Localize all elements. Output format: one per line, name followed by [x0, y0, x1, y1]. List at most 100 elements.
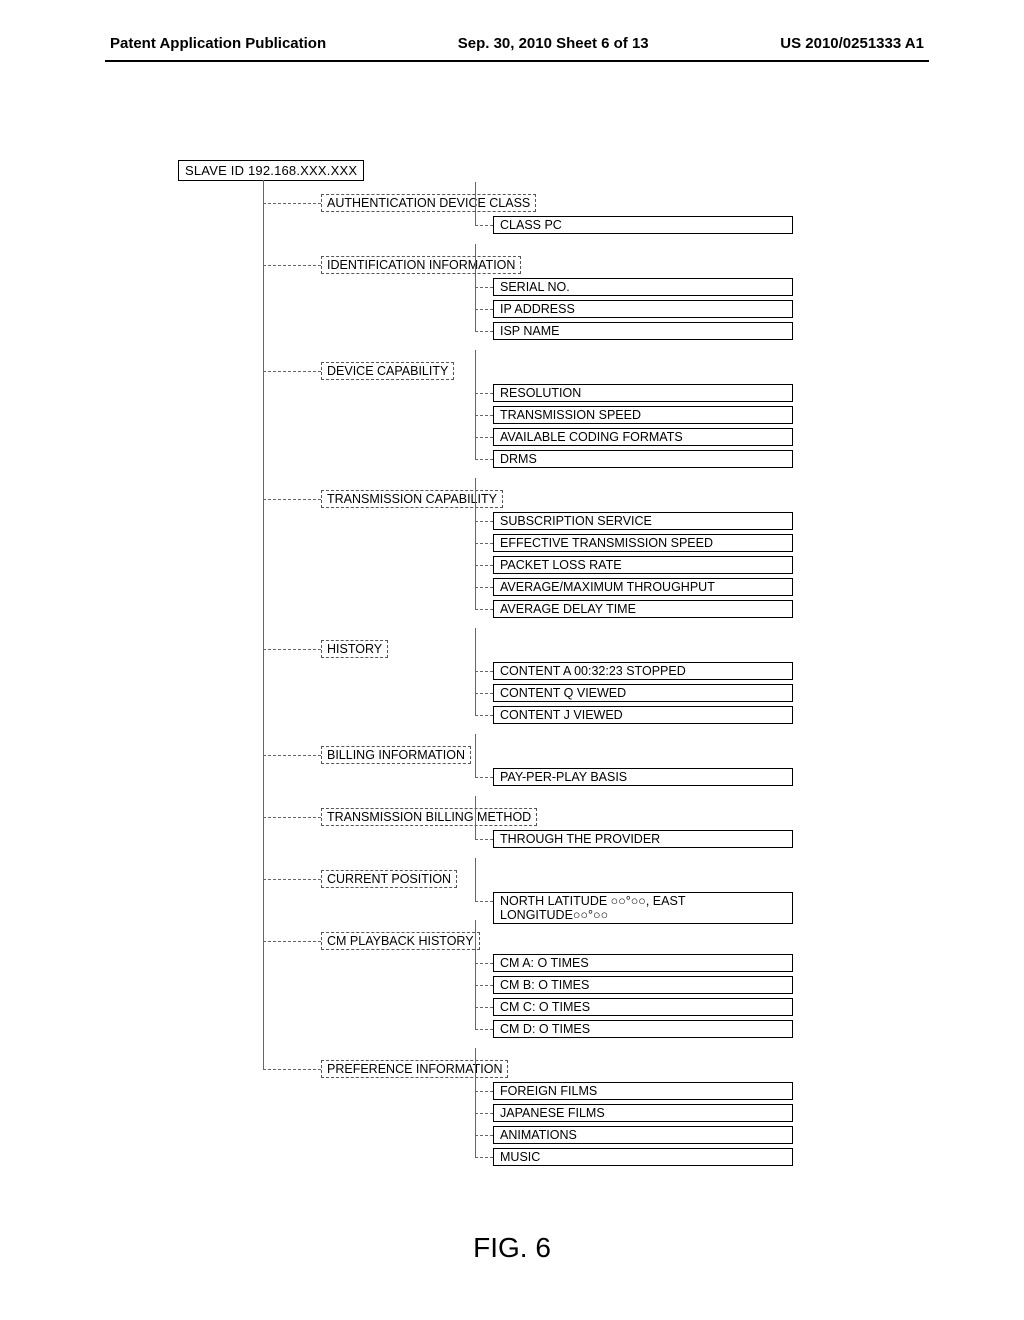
section-items: FOREIGN FILMS JAPANESE FILMSANIMATIONS MUS… [493, 1060, 898, 1170]
item-row: ANIMATIONS [493, 1126, 898, 1148]
item-box: MUSIC [493, 1148, 793, 1166]
item-row: CONTENT A 00:32:23 STOPPED [493, 662, 898, 684]
section-items: PAY-PER-PLAY BASIS [493, 746, 898, 790]
section-connector [263, 649, 321, 650]
section: DEVICE CAPABILITY RESOLUTION TRANSMISSION … [263, 362, 898, 472]
item-connector [475, 393, 493, 394]
items-trunk-line [475, 920, 476, 1029]
items-trunk-line [475, 182, 476, 225]
item-row: SERIAL NO. [493, 278, 898, 300]
item-row: CONTENT J VIEWED [493, 706, 898, 728]
figure-label: FIG. 6 [0, 1232, 1024, 1264]
root-node: SLAVE ID 192.168.XXX.XXX [178, 160, 364, 181]
items-trunk-line [475, 734, 476, 777]
item-box: CM C: O TIMES [493, 998, 793, 1016]
section-items: CM A: O TIMESCM B: O TIMESCM C: O TIMESC… [493, 932, 898, 1042]
item-box: EFFECTIVE TRANSMISSION SPEED [493, 534, 793, 552]
item-connector [475, 1007, 493, 1008]
item-connector [475, 459, 493, 460]
item-row: DRMS [493, 450, 898, 472]
item-box: AVAILABLE CODING FORMATS [493, 428, 793, 446]
item-box: IP ADDRESS [493, 300, 793, 318]
item-connector [475, 415, 493, 416]
section: IDENTIFICATION INFORMATION SERIAL NO. IP A… [263, 256, 898, 344]
item-box: SERIAL NO. [493, 278, 793, 296]
item-box: RESOLUTION [493, 384, 793, 402]
items-trunk-line [475, 858, 476, 901]
item-box: THROUGH THE PROVIDER [493, 830, 793, 848]
item-connector [475, 839, 493, 840]
item-connector [475, 1157, 493, 1158]
item-row: CLASS PC [493, 216, 898, 238]
items-trunk-line [475, 1048, 476, 1157]
item-box: CM A: O TIMES [493, 954, 793, 972]
section-connector [263, 817, 321, 818]
item-box: CONTENT A 00:32:23 STOPPED [493, 662, 793, 680]
item-connector [475, 1091, 493, 1092]
item-connector [475, 225, 493, 226]
item-box: FOREIGN FILMS [493, 1082, 793, 1100]
section-label: BILLING INFORMATION [321, 746, 471, 764]
section-items: CONTENT A 00:32:23 STOPPED CONTENT Q VIEW… [493, 640, 898, 728]
header-right: US 2010/0251333 A1 [780, 35, 924, 52]
section-label: CURRENT POSITION [321, 870, 457, 888]
tree-diagram: SLAVE ID 192.168.XXX.XXX AUTHENTICATION … [178, 160, 898, 181]
item-connector [475, 1135, 493, 1136]
section-items: THROUGH THE PROVIDER [493, 808, 898, 852]
item-box: CONTENT Q VIEWED [493, 684, 793, 702]
section-connector [263, 203, 321, 204]
section: TRANSMISSION BILLING METHODTHROUGH THE P… [263, 808, 898, 852]
item-connector [475, 287, 493, 288]
section-label: HISTORY [321, 640, 388, 658]
section-items: CLASS PC [493, 194, 898, 238]
items-trunk-line [475, 796, 476, 839]
item-connector [475, 963, 493, 964]
item-connector [475, 985, 493, 986]
section-label: PREFERENCE INFORMATION [321, 1060, 508, 1078]
items-trunk-line [475, 350, 476, 459]
item-box: SUBSCRIPTION SERVICE [493, 512, 793, 530]
section: BILLING INFORMATION PAY-PER-PLAY BASIS [263, 746, 898, 790]
section-label: DEVICE CAPABILITY [321, 362, 454, 380]
item-row: AVERAGE/MAXIMUM THROUGHPUT [493, 578, 898, 600]
section-connector [263, 941, 321, 942]
header-rule [105, 60, 929, 62]
section-items: SERIAL NO. IP ADDRESS ISP NAME [493, 256, 898, 344]
item-box: CM B: O TIMES [493, 976, 793, 994]
item-row: THROUGH THE PROVIDER [493, 830, 898, 852]
item-connector [475, 901, 493, 902]
item-connector [475, 587, 493, 588]
item-row: AVAILABLE CODING FORMATS [493, 428, 898, 450]
item-connector [475, 609, 493, 610]
item-box: DRMS [493, 450, 793, 468]
section-connector [263, 879, 321, 880]
section-label: IDENTIFICATION INFORMATION [321, 256, 521, 274]
item-row: CM A: O TIMES [493, 954, 898, 976]
item-box: ANIMATIONS [493, 1126, 793, 1144]
item-row: CM B: O TIMES [493, 976, 898, 998]
item-connector [475, 715, 493, 716]
section-connector [263, 371, 321, 372]
item-box: AVERAGE/MAXIMUM THROUGHPUT [493, 578, 793, 596]
section-items: SUBSCRIPTION SERVICE EFFECTIVE TRANSMISSI… [493, 490, 898, 622]
section-connector [263, 499, 321, 500]
item-box: TRANSMISSION SPEED [493, 406, 793, 424]
item-row: JAPANESE FILMS [493, 1104, 898, 1126]
section: TRANSMISSION CAPABILITYSUBSCRIPTION SERV… [263, 490, 898, 622]
section: HISTORYCONTENT A 00:32:23 STOPPEDCONTENT… [263, 640, 898, 728]
section-connector [263, 1069, 321, 1070]
section-connector [263, 755, 321, 756]
item-row: IP ADDRESS [493, 300, 898, 322]
item-connector [475, 521, 493, 522]
item-row: FOREIGN FILMS [493, 1082, 898, 1104]
item-box: NORTH LATITUDE ○○°○○, EAST LONGITUDE○○°○… [493, 892, 793, 924]
item-connector [475, 543, 493, 544]
item-row: AVERAGE DELAY TIME [493, 600, 898, 622]
item-box: PACKET LOSS RATE [493, 556, 793, 574]
section: PREFERENCE INFORMATION FOREIGN FILMS JAPAN… [263, 1060, 898, 1170]
section-connector [263, 265, 321, 266]
item-row: ISP NAME [493, 322, 898, 344]
item-row: RESOLUTION [493, 384, 898, 406]
page-header: Patent Application Publication Sep. 30, … [0, 0, 1024, 60]
item-row: EFFECTIVE TRANSMISSION SPEED [493, 534, 898, 556]
